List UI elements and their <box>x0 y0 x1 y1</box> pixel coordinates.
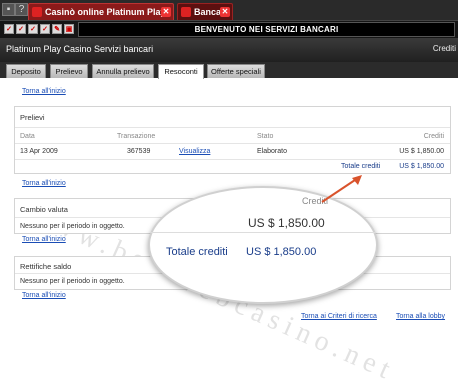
window-icon[interactable]: ▪ <box>2 3 15 16</box>
divider <box>15 159 450 160</box>
zoom-total-value: US $ 1,850.00 <box>246 246 317 258</box>
back-to-top-link[interactable]: Torna all'inizio <box>22 88 66 95</box>
back-to-top-link[interactable]: Torna all'inizio <box>22 292 66 299</box>
column-header-status: Stato <box>257 133 274 140</box>
prelievi-section: Prelievi Data Transazione Stato Crediti … <box>14 106 451 174</box>
page-header: Platinum Play Casino Servizi bancari Cre… <box>0 38 458 62</box>
check-icon[interactable]: ✓ <box>40 24 50 34</box>
cell-date: 13 Apr 2009 <box>20 148 58 155</box>
tab-label: Banca <box>194 7 222 17</box>
empty-message: Nessuno per il periodo in oggetto. <box>20 278 125 285</box>
zoom-total-label: Totale crediti <box>166 246 228 258</box>
cell-status: Elaborato <box>257 148 287 155</box>
tab-casino-online[interactable]: Casinò online Platinum Play ✕ <box>28 3 174 20</box>
casino-favicon-icon <box>181 7 191 17</box>
lock-icon[interactable]: ▣ <box>64 24 74 34</box>
close-tab-icon[interactable]: ✕ <box>220 7 230 17</box>
tab-annulla-prelievo[interactable]: Annulla prelievo <box>92 64 154 78</box>
credits-label: Crediti <box>432 44 456 53</box>
check-icon[interactable]: ✓ <box>16 24 26 34</box>
tab-resoconti[interactable]: Resoconti <box>158 64 204 79</box>
section-title: Cambio valuta <box>20 205 68 214</box>
check-icon[interactable]: ✓ <box>28 24 38 34</box>
casino-favicon-icon <box>32 7 42 17</box>
tab-label: Casinò online Platinum Play <box>45 7 166 17</box>
divider <box>15 127 450 128</box>
help-icon[interactable]: ? <box>15 3 28 16</box>
tab-banca[interactable]: Banca ✕ <box>177 3 233 20</box>
callout-arrow-icon <box>321 175 362 203</box>
back-to-search-criteria-link[interactable]: Torna ai Criteri di ricerca <box>301 313 377 320</box>
column-header-transaction: Transazione <box>117 133 156 140</box>
back-to-top-link[interactable]: Torna all'inizio <box>22 180 66 187</box>
total-credits-label: Totale crediti <box>341 163 381 170</box>
browser-tab-bar: ▪ ? Casinò online Platinum Play ✕ Banca … <box>0 0 458 20</box>
divider <box>150 232 376 233</box>
welcome-banner: BENVENUTO NEI SERVIZI BANCARI <box>78 22 455 37</box>
column-header-date: Data <box>20 133 35 140</box>
zoom-credits-value: US $ 1,850.00 <box>248 216 325 230</box>
total-credits-value: US $ 1,850.00 <box>399 163 444 170</box>
check-icon[interactable]: ✓ <box>4 24 14 34</box>
cell-transaction: 367539 <box>127 148 151 155</box>
toolbar: ✓ ✓ ✓ ✓ ✎ ▣ BENVENUTO NEI SERVIZI BANCAR… <box>0 20 458 38</box>
view-transaction-link[interactable]: Visualizza <box>179 148 210 155</box>
section-title: Prelievi <box>20 113 45 122</box>
back-to-top-link[interactable]: Torna all'inizio <box>22 236 66 243</box>
section-title: Rettifiche saldo <box>20 262 72 271</box>
nav-tabs: Deposito Prelievo Annulla prelievo Resoc… <box>0 62 458 79</box>
tab-offerte-speciali[interactable]: Offerte speciali <box>207 64 265 78</box>
empty-message: Nessuno per il periodo in oggetto. <box>20 223 125 230</box>
tab-prelievo[interactable]: Prelievo <box>50 64 88 78</box>
back-to-lobby-link[interactable]: Torna alla lobby <box>396 313 445 320</box>
column-header-credits: Crediti <box>423 133 444 140</box>
page-title: Platinum Play Casino Servizi bancari <box>6 44 154 54</box>
close-tab-icon[interactable]: ✕ <box>161 7 171 17</box>
tab-deposito[interactable]: Deposito <box>6 64 46 78</box>
divider <box>15 143 450 144</box>
edit-icon[interactable]: ✎ <box>52 24 62 34</box>
cell-credits: US $ 1,850.00 <box>399 148 444 155</box>
